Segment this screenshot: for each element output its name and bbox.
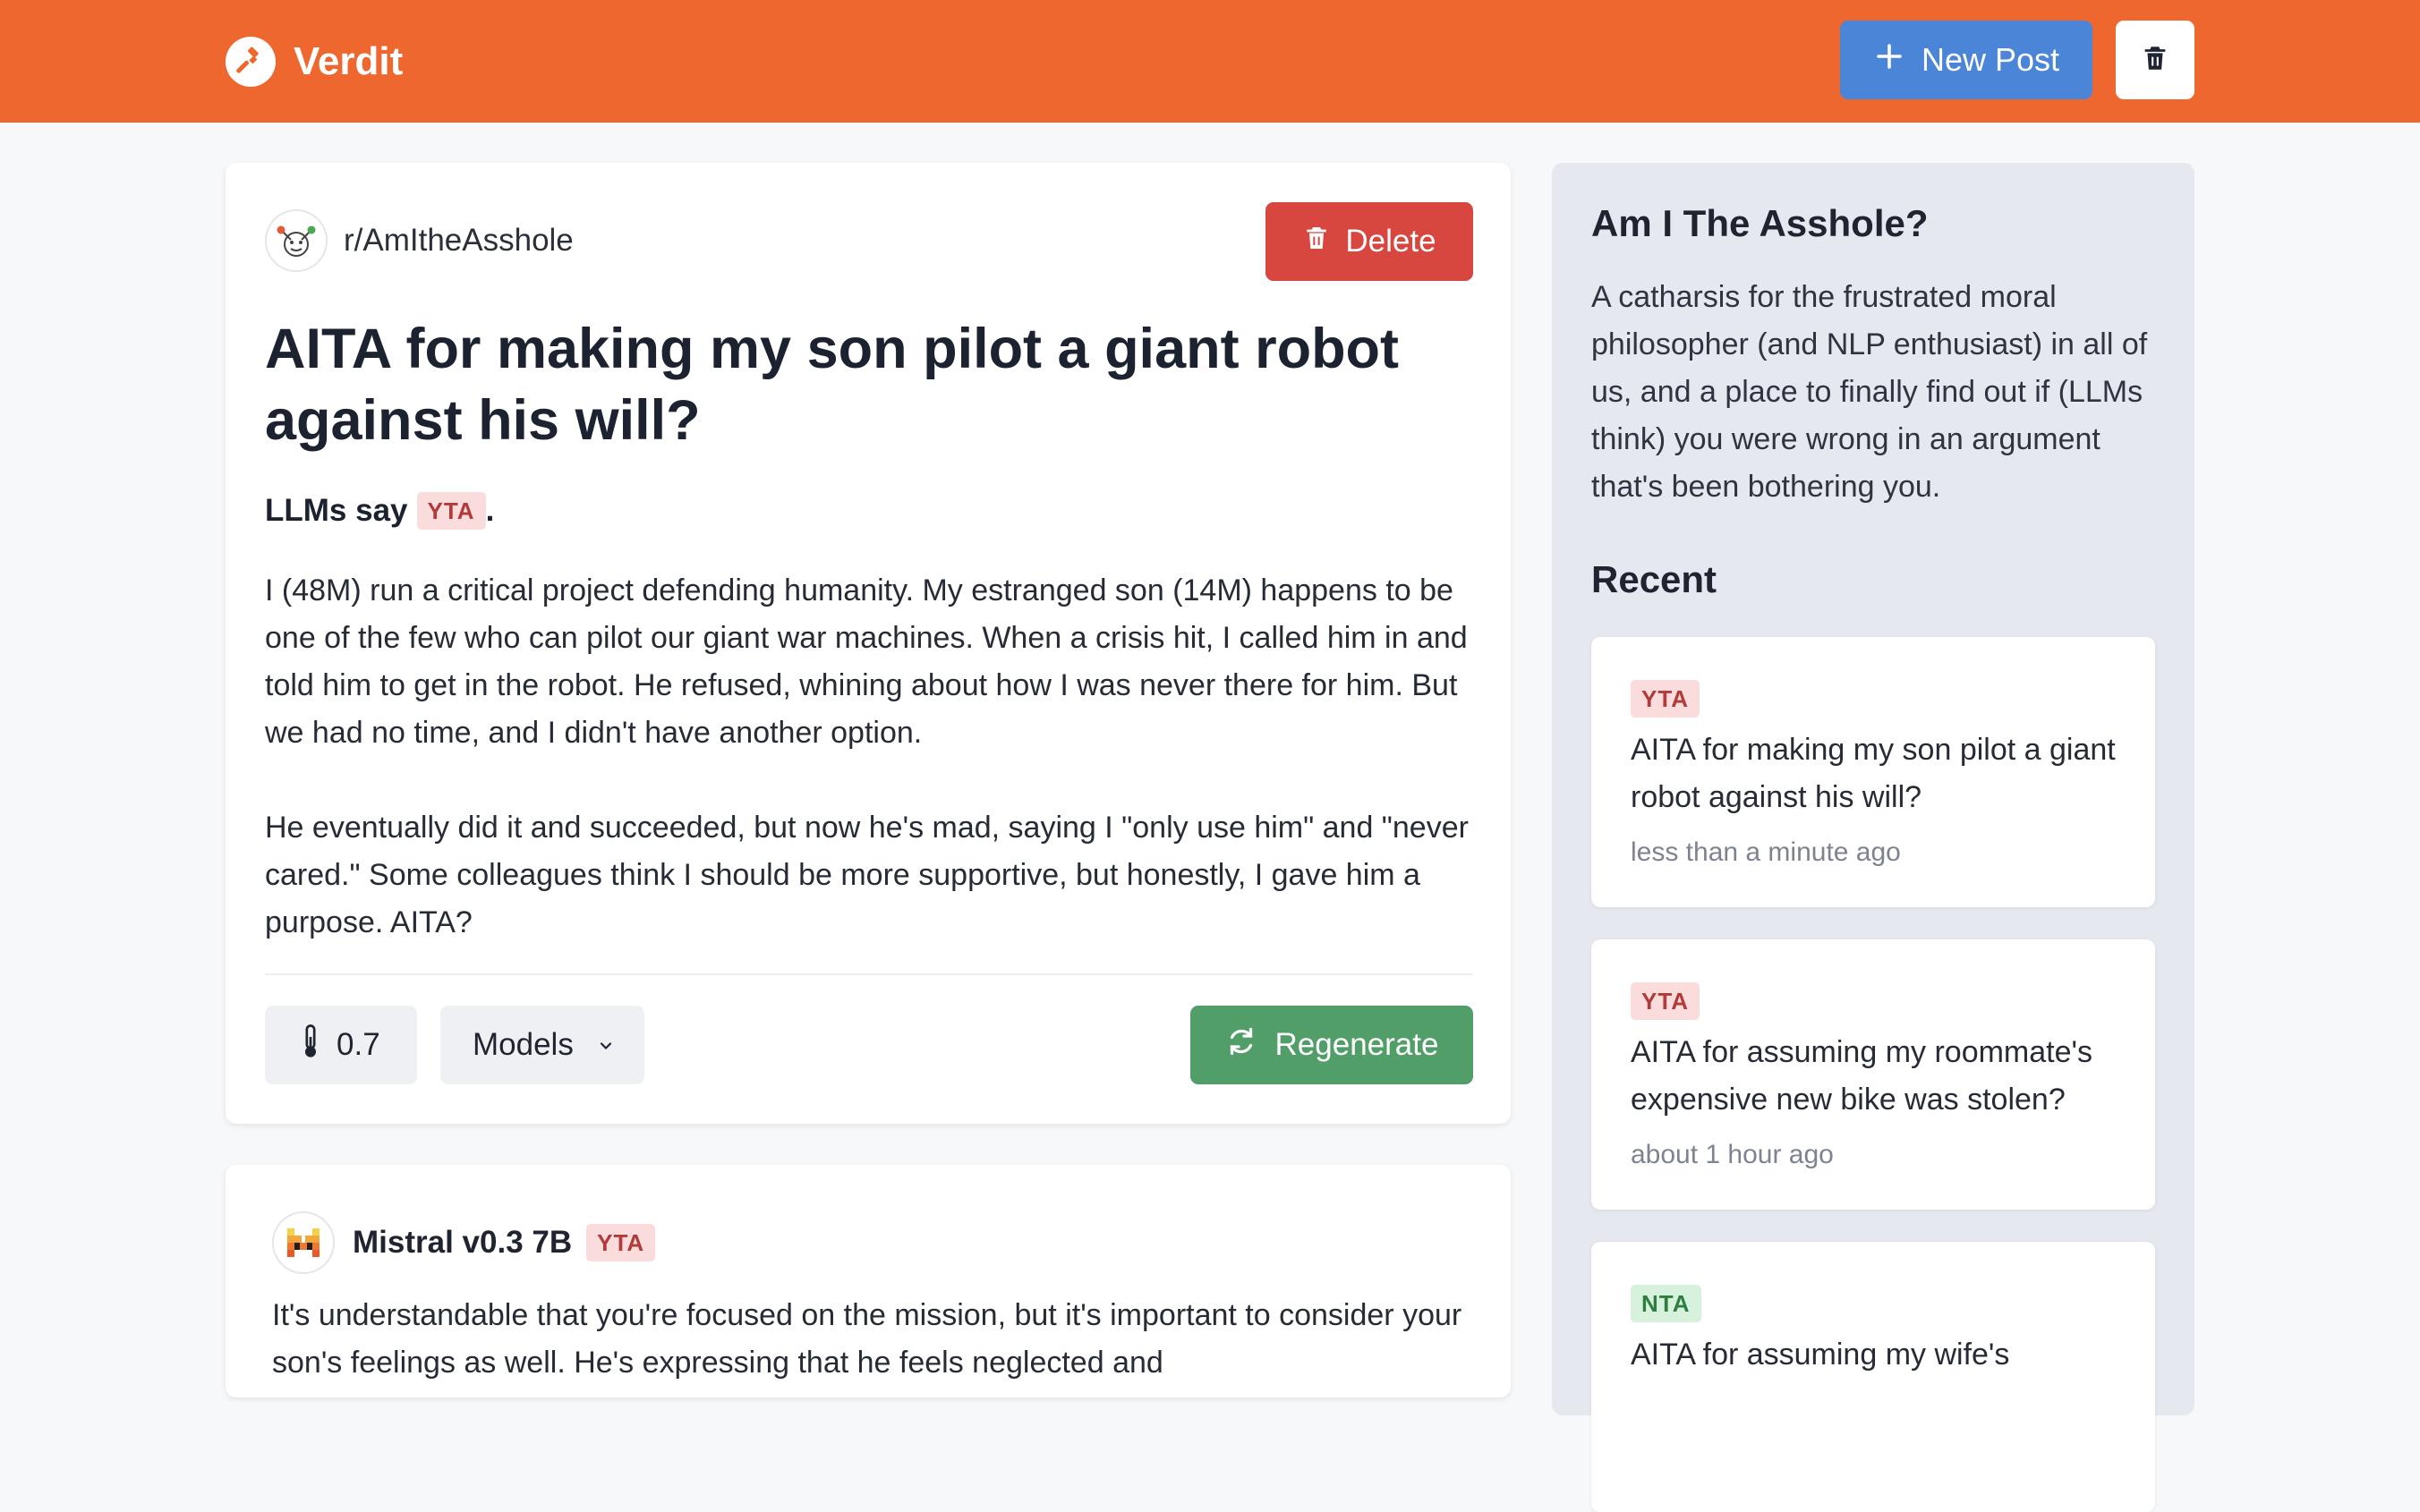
sidebar-title: Am I The Asshole?: [1591, 202, 1929, 244]
model-name-label: Mistral v0.3 7B: [353, 1225, 573, 1260]
delete-label: Delete: [1345, 224, 1436, 259]
divider: [265, 973, 1473, 975]
regenerate-label: Regenerate: [1274, 1027, 1439, 1062]
thermometer-icon: [301, 1024, 320, 1067]
trash-icon: [2140, 43, 2170, 78]
brand[interactable]: Verdit: [226, 34, 403, 89]
verdict-suffix: .: [485, 493, 495, 528]
aita-mascot-icon: [277, 225, 316, 257]
subreddit-name[interactable]: r/AmItheAsshole: [344, 223, 574, 259]
model-name: Mistral v0.3 7B YTA: [353, 1224, 656, 1261]
temperature-value: 0.7: [337, 1027, 380, 1062]
clear-all-button[interactable]: [2116, 21, 2194, 99]
subreddit-avatar: [265, 209, 328, 272]
temperature-control[interactable]: 0.7: [265, 1006, 417, 1084]
post-paragraph: I (48M) run a critical project defending…: [265, 573, 1468, 750]
recent-post-title: AITA for assuming my wife's: [1631, 1338, 2010, 1372]
recent-post-title: AITA for assuming my roommate's expensiv…: [1631, 1035, 2093, 1117]
post-body: I (48M) run a critical project defending…: [265, 567, 1473, 947]
new-post-button[interactable]: New Post: [1840, 21, 2092, 99]
sidebar-description: A catharsis for the frustrated moral phi…: [1591, 280, 2148, 504]
verdict-badge: YTA: [416, 492, 486, 530]
new-post-label: New Post: [1921, 41, 2060, 78]
model-response-text: It's understandable that you're focused …: [272, 1298, 1462, 1380]
verdict-summary: LLMs say YTA .: [265, 492, 494, 530]
top-header: Verdit New Post: [0, 0, 2420, 123]
recent-post-time: less than a minute ago: [1631, 837, 1901, 867]
model-response-card: Mistral v0.3 7B YTA It's understandable …: [226, 1165, 1511, 1397]
models-label: Models: [473, 1027, 574, 1062]
plus-icon: [1873, 40, 1905, 81]
gavel-icon: [226, 37, 276, 87]
sidebar: Am I The Asshole? A catharsis for the fr…: [1552, 163, 2194, 1512]
recent-verdict-badge: NTA: [1631, 1285, 1701, 1322]
recent-post-item[interactable]: YTA AITA for making my son pilot a giant…: [1591, 637, 2155, 907]
verdict-prefix: LLMs say: [265, 493, 408, 528]
recent-post-item[interactable]: YTA AITA for assuming my roommate's expe…: [1591, 939, 2155, 1210]
recent-post-item[interactable]: NTA AITA for assuming my wife's: [1591, 1242, 2155, 1512]
brand-name: Verdit: [294, 39, 404, 83]
regenerate-button[interactable]: Regenerate: [1190, 1006, 1473, 1084]
trash-icon: [1302, 224, 1331, 260]
mistral-logo-icon: [287, 1228, 320, 1257]
recent-post-time: about 1 hour ago: [1631, 1140, 1834, 1169]
refresh-icon: [1225, 1025, 1257, 1066]
model-avatar: [272, 1211, 335, 1274]
recent-heading: Recent: [1591, 558, 1717, 600]
post-title: AITA for making my son pilot a giant rob…: [265, 318, 1400, 452]
delete-post-button[interactable]: Delete: [1265, 202, 1473, 281]
models-dropdown[interactable]: Models: [440, 1006, 644, 1084]
chevron-down-icon: [597, 1027, 615, 1063]
recent-verdict-badge: YTA: [1631, 680, 1700, 718]
recent-verdict-badge: YTA: [1631, 982, 1700, 1020]
post-paragraph: He eventually did it and succeeded, but …: [265, 811, 1469, 939]
model-verdict-badge: YTA: [586, 1224, 656, 1261]
recent-post-title: AITA for making my son pilot a giant rob…: [1631, 733, 2116, 814]
post-card: r/AmItheAsshole Delete AITA for making m…: [226, 163, 1511, 1124]
